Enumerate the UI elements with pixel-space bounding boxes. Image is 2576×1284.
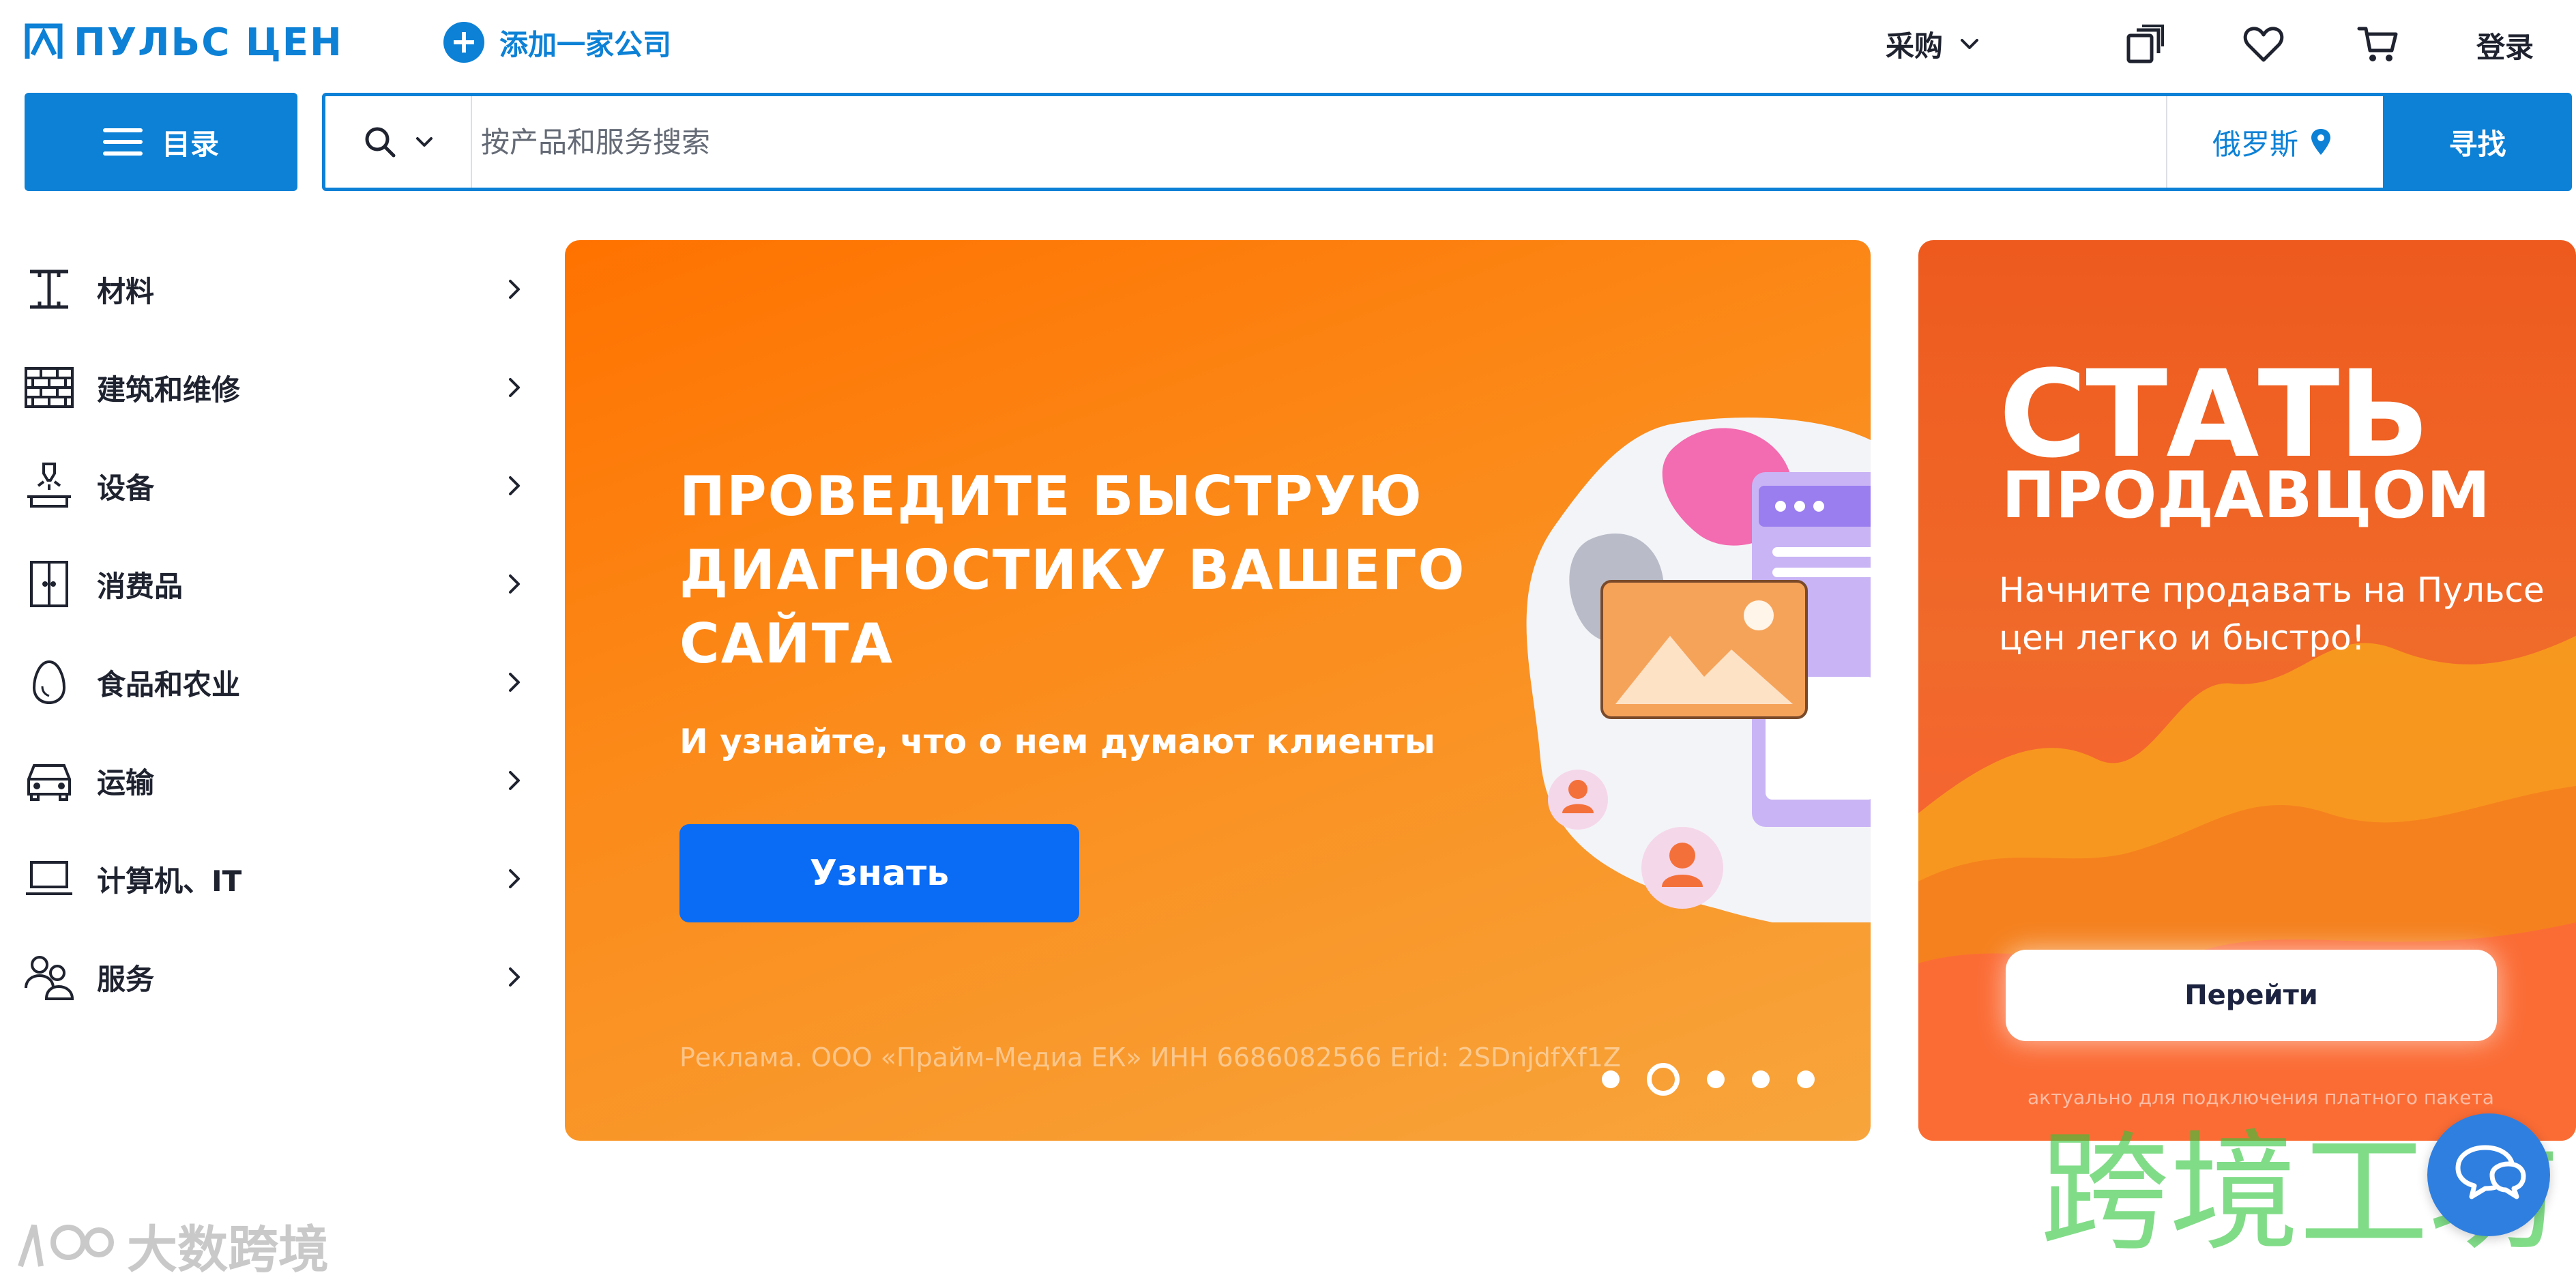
add-company-label: 添加一家公司	[499, 27, 672, 61]
sidebar-item-services[interactable]: 服务	[23, 936, 528, 1018]
chevron-right-icon	[509, 574, 520, 594]
press-machine-icon	[23, 460, 75, 512]
menu-icon	[102, 128, 143, 156]
brick-wall-icon	[23, 362, 75, 413]
chevron-right-icon	[509, 967, 520, 987]
carousel-dot[interactable]	[1797, 1070, 1815, 1088]
banner-learn-button[interactable]: Узнать	[679, 824, 1079, 922]
cart-icon[interactable]	[2356, 22, 2400, 65]
heart-icon[interactable]	[2242, 22, 2285, 65]
compare-icon[interactable]	[2123, 22, 2167, 65]
become-seller-banner[interactable]: СТАТЬ ПРОДАВЦОМ Начните продавать на Пул…	[1918, 240, 2576, 1141]
purchase-dropdown[interactable]: 采购	[1886, 25, 1981, 63]
search-input[interactable]	[481, 113, 2227, 171]
location-pin-icon	[2311, 129, 2330, 155]
seller-title-line2: ПРОДАВЦОМ	[2002, 458, 2491, 533]
purchase-label: 采购	[1886, 29, 1944, 63]
logo-text: ПУЛЬС ЦЕН	[74, 20, 343, 65]
go-button[interactable]: Перейти	[2006, 950, 2497, 1041]
sidebar-item-label: 服务	[97, 962, 155, 996]
chevron-right-icon	[509, 673, 520, 692]
chevron-right-icon	[509, 476, 520, 495]
catalog-button[interactable]: 目录	[25, 93, 297, 191]
chevron-right-icon	[509, 280, 520, 299]
chevron-right-icon	[509, 869, 520, 888]
search-icon	[365, 127, 395, 158]
corner-watermark-text: 大数跨境	[127, 1221, 329, 1279]
site-logo[interactable]: ПУЛЬС ЦЕН	[23, 20, 343, 65]
website-illustration	[1526, 418, 1871, 922]
sidebar-item-label: 设备	[97, 471, 155, 505]
login-link[interactable]: 登录	[2476, 25, 2534, 66]
logo-mark-icon	[25, 23, 63, 59]
egg-icon	[23, 656, 75, 708]
sidebar-item-label: 计算机、IT	[97, 864, 242, 898]
i-beam-icon	[23, 263, 75, 315]
search-type-dropdown[interactable]	[325, 96, 472, 188]
catalog-label: 目录	[161, 127, 219, 161]
carousel-dot[interactable]	[1752, 1070, 1770, 1088]
region-selector[interactable]: 俄罗斯	[2166, 96, 2377, 188]
banner-title: ПРОВЕДИТЕ БЫСТРУЮ ДИАГНОСТИКУ ВАШЕГО САЙ…	[679, 465, 1466, 675]
car-icon	[23, 755, 75, 806]
seller-text: Начните продавать на Пульсе цен легко и …	[1999, 570, 2545, 658]
plus-circle-icon	[443, 22, 484, 63]
search-bar: 俄罗斯 寻找	[322, 93, 2572, 191]
watermark-logo-icon	[18, 1224, 114, 1267]
sidebar-item-food-agriculture[interactable]: 食品和农业	[23, 641, 528, 723]
promo-banner[interactable]: ПРОВЕДИТЕ БЫСТРУЮ ДИАГНОСТИКУ ВАШЕГО САЙ…	[565, 240, 1871, 1141]
sidebar-item-label: 材料	[97, 274, 155, 308]
banner-subtitle: И узнайте, что о нем думают клиенты	[679, 722, 1435, 761]
sidebar-item-computers-it[interactable]: 计算机、IT	[23, 838, 528, 920]
chevron-right-icon	[509, 771, 520, 790]
region-label: 俄罗斯	[2212, 127, 2298, 161]
carousel-dots	[1602, 1063, 1815, 1096]
corner-watermark: 大数跨境	[14, 1209, 329, 1282]
chat-bubbles-icon	[2455, 1145, 2526, 1199]
sidebar-item-label: 食品和农业	[97, 667, 241, 701]
sidebar-item-transport[interactable]: 运输	[23, 740, 528, 821]
carousel-dot-active[interactable]	[1647, 1063, 1680, 1096]
wardrobe-icon	[23, 558, 75, 610]
sidebar-item-label: 消费品	[97, 569, 184, 603]
chevron-down-icon	[1961, 39, 1979, 49]
sidebar-item-equipment[interactable]: 设备	[23, 445, 528, 527]
sidebar-item-construction[interactable]: 建筑和维修	[23, 347, 528, 428]
sidebar-item-label: 建筑和维修	[97, 373, 241, 407]
sidebar-item-consumer-goods[interactable]: 消费品	[23, 543, 528, 625]
people-icon	[23, 951, 75, 1003]
seller-title-line1: СТАТЬ	[1999, 345, 2430, 484]
chat-button[interactable]	[2427, 1113, 2550, 1236]
carousel-dot[interactable]	[1707, 1070, 1725, 1088]
add-company-link[interactable]: 添加一家公司	[443, 20, 671, 64]
sidebar-item-label: 运输	[97, 765, 155, 800]
laptop-icon	[23, 853, 75, 905]
chevron-down-icon	[415, 137, 433, 147]
find-button[interactable]: 寻找	[2383, 93, 2572, 191]
ad-disclaimer: Реклама. ООО «Прайм-Медиа ЕК» ИНН 668608…	[679, 1042, 1621, 1073]
sidebar-item-materials[interactable]: 材料	[23, 248, 528, 330]
chevron-right-icon	[509, 378, 520, 397]
carousel-dot[interactable]	[1602, 1070, 1620, 1088]
